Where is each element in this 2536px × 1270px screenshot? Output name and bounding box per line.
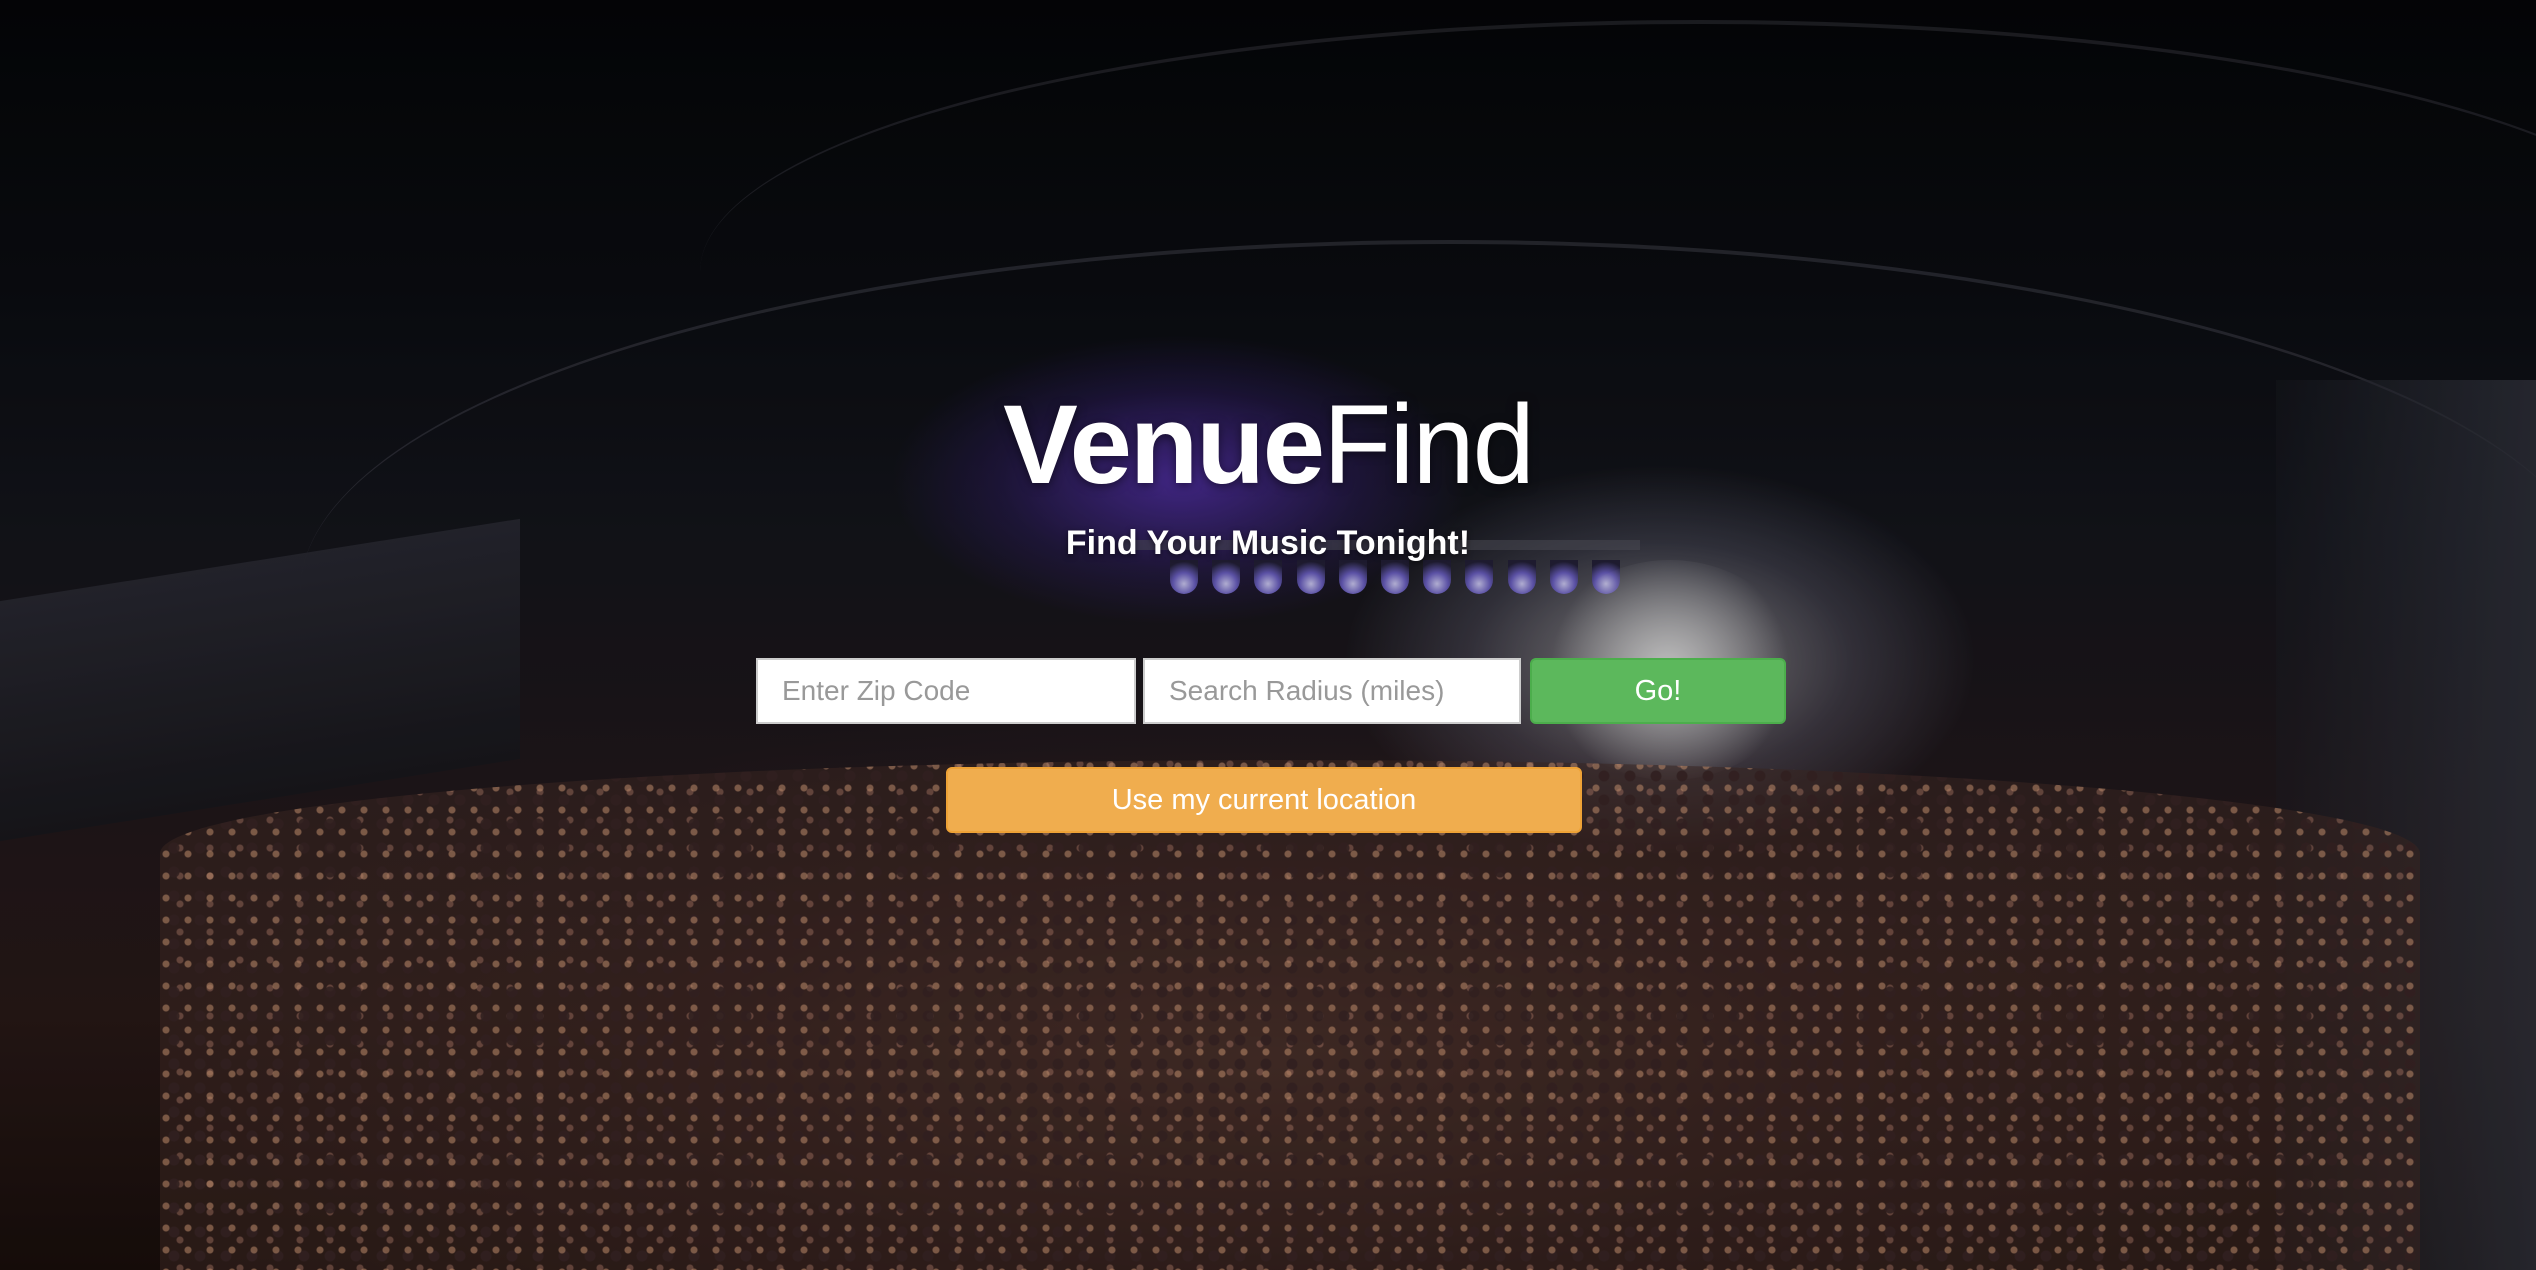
search-radius-input[interactable]: [1143, 658, 1521, 724]
zip-code-input[interactable]: [756, 658, 1136, 724]
logo-venue: Venue: [1003, 382, 1325, 507]
logo-find: Find: [1323, 382, 1535, 507]
tagline: Find Your Music Tonight!: [1065, 524, 1471, 562]
landing-content: VenueFind Find Your Music Tonight! Go! U…: [0, 0, 2536, 1270]
site-logo: VenueFind: [0, 375, 2536, 515]
go-button[interactable]: Go!: [1530, 658, 1786, 724]
use-current-location-button[interactable]: Use my current location: [946, 767, 1582, 833]
